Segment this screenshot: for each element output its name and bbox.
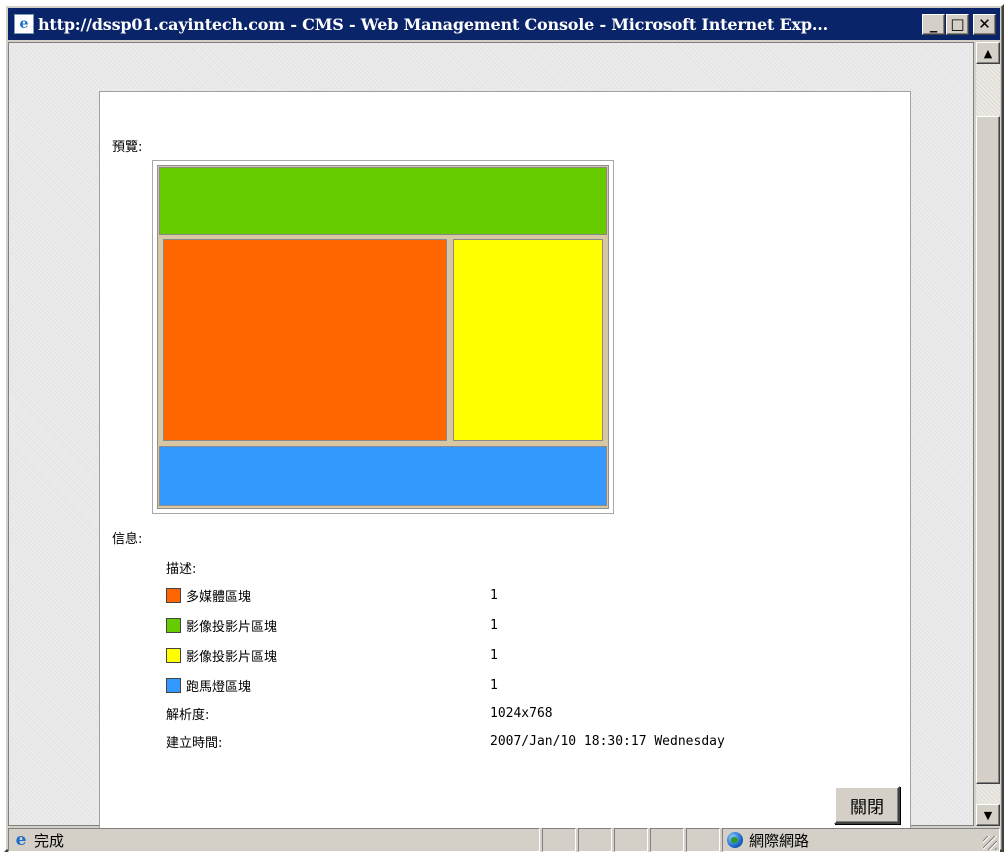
zone-top-slideshow [159,167,607,235]
page-viewport: 預覽: 信息: 描述: 多媒體區塊 1 影像投影片區塊 1 影像投影片區塊 1 [8,42,974,837]
window-title: http://dssp01.cayintech.com - CMS - Web … [38,14,828,34]
preview-canvas [157,165,609,509]
status-pane [686,828,720,852]
slideshow-swatch [166,648,181,663]
layout-info-panel: 預覽: 信息: 描述: 多媒體區塊 1 影像投影片區塊 1 影像投影片區塊 1 [99,91,911,837]
region-count: 1 [490,648,498,663]
resolution-value: 1024x768 [490,706,553,721]
scroll-down-button[interactable]: ▼ [976,804,1000,826]
security-zone-pane: 網際網路 [722,828,1000,852]
zone-ticker [159,446,607,506]
ie-page-icon: e [14,14,34,34]
region-count: 1 [490,588,498,603]
created-time-label: 建立時間: [166,736,223,751]
ie-icon: e [15,830,27,850]
resolution-label: 解析度: [166,708,210,723]
region-label: 影像投影片區塊 [186,620,278,635]
multimedia-swatch [166,588,181,603]
resize-grip-icon[interactable] [983,836,997,850]
preview-label: 預覽: [112,140,143,155]
status-main-pane: e 完成 [8,828,540,852]
created-time-value: 2007/Jan/10 18:30:17 Wednesday [490,734,725,749]
close-button[interactable]: 關閉 [834,786,900,824]
zone-right-slideshow [453,239,603,441]
layout-preview [152,160,614,514]
region-label: 跑馬燈區塊 [186,680,252,695]
scroll-thumb[interactable] [976,116,1000,784]
ticker-swatch [166,678,181,693]
status-pane [578,828,612,852]
title-bar[interactable]: e http://dssp01.cayintech.com - CMS - We… [8,8,1000,40]
close-window-button[interactable]: ✕ [973,13,996,35]
info-label: 信息: [112,532,143,547]
status-pane [614,828,648,852]
scroll-up-button[interactable]: ▲ [976,42,1000,64]
region-count: 1 [490,618,498,633]
browser-window: e http://dssp01.cayintech.com - CMS - We… [4,4,1004,852]
status-pane [650,828,684,852]
region-count: 1 [490,678,498,693]
zone-text: 網際網路 [749,831,810,850]
minimize-button[interactable]: _ [922,13,945,35]
status-text: 完成 [34,831,65,850]
description-label: 描述: [166,562,197,577]
region-label: 影像投影片區塊 [186,650,278,665]
status-pane [542,828,576,852]
status-bar: e 完成 網際網路 [8,828,1000,852]
slideshow-swatch [166,618,181,633]
globe-icon [727,832,743,848]
zone-multimedia [163,239,447,441]
vertical-scrollbar[interactable]: ▲ ▼ [976,42,1000,826]
maximize-button[interactable]: □ [946,13,969,35]
region-label: 多媒體區塊 [186,590,252,605]
